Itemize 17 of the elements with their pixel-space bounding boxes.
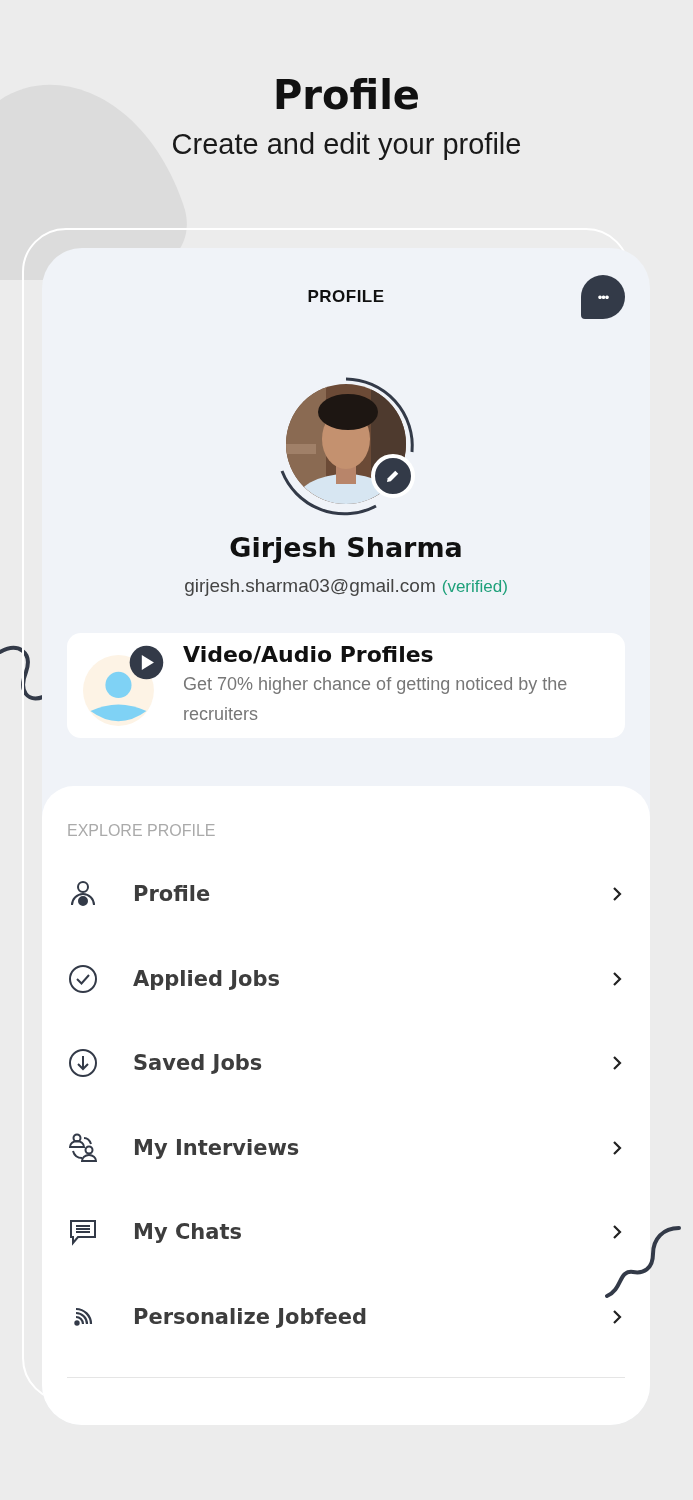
menu-item[interactable]: Saved Jobs — [67, 1021, 625, 1106]
menu-item[interactable]: Personalize Jobfeed — [67, 1274, 625, 1359]
menu-item[interactable]: Profile — [67, 852, 625, 937]
user-email: girjesh.sharma03@gmail.com — [184, 575, 436, 596]
user-name: Girjesh Sharma — [228, 532, 464, 563]
chat-button[interactable]: ••• — [581, 275, 625, 319]
promo-description: Get 70% higher chance of getting noticed by the recruiters — [183, 673, 569, 726]
page-subtitle: Create and edit your profile — [170, 127, 523, 162]
verified-label: (verified) — [441, 577, 508, 596]
section-label: EXPLORE PROFILE — [67, 822, 217, 840]
promo-title: Video/Audio Profiles — [183, 642, 435, 667]
promo-card[interactable]: Video/Audio Profiles Get 70% higher chance of getting noticed by the recruiters — [67, 633, 625, 738]
page-title: Profile — [272, 71, 421, 120]
menu-item[interactable]: Applied Jobs — [67, 936, 625, 1021]
menu-item[interactable]: My Interviews — [67, 1105, 625, 1190]
screen-title: PROFILE — [307, 287, 385, 307]
menu-item[interactable]: My Chats — [67, 1190, 625, 1275]
